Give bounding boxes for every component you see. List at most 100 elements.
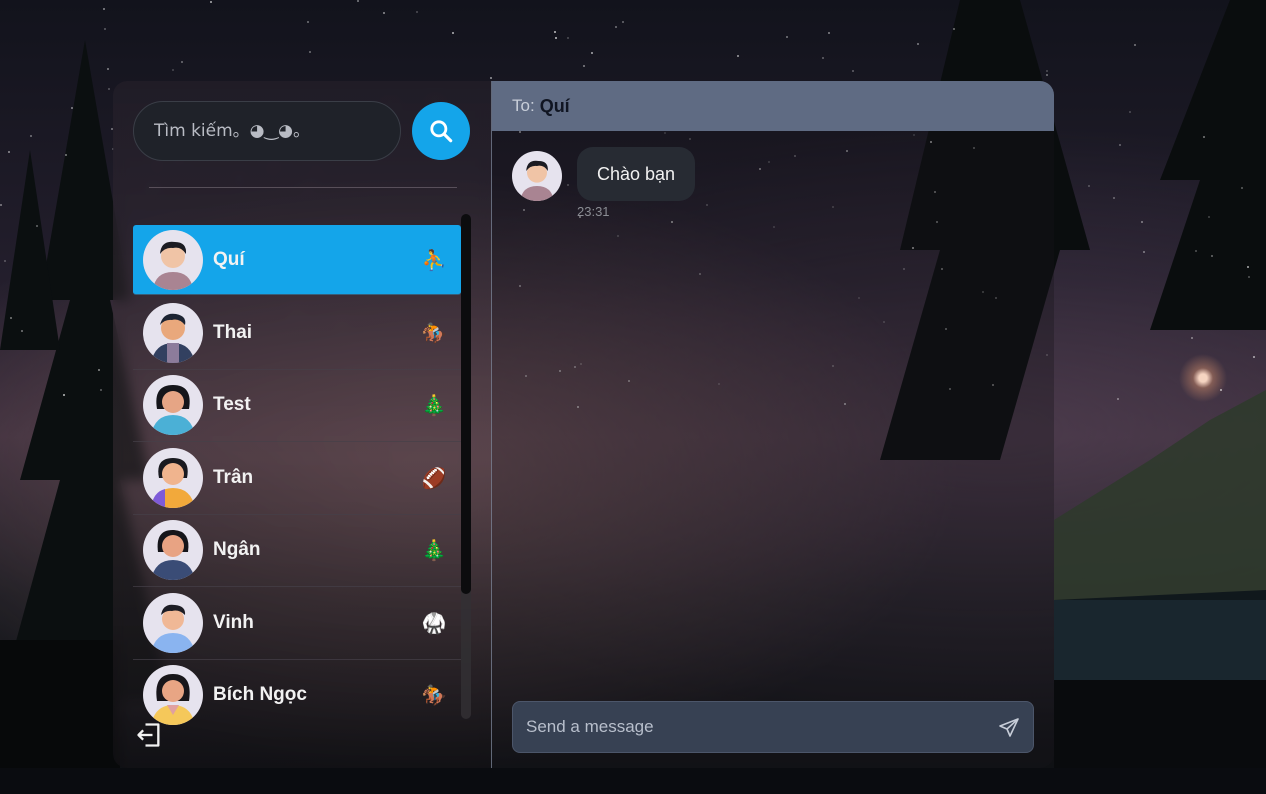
- message-time: 23:31: [577, 204, 610, 219]
- star: [309, 51, 311, 53]
- star: [21, 330, 23, 332]
- star: [103, 8, 105, 10]
- scrollbar-thumb[interactable]: [461, 214, 471, 594]
- contact-item-thai[interactable]: Thai 🏇: [133, 297, 461, 370]
- status-emoji: 🏇: [421, 683, 447, 708]
- star: [1117, 398, 1119, 400]
- to-label: To:: [512, 96, 535, 115]
- star: [591, 52, 593, 54]
- star: [953, 28, 955, 30]
- star: [36, 225, 38, 227]
- status-emoji: 🎄: [421, 538, 447, 563]
- contact-name: Quí: [213, 248, 245, 270]
- chat-header: To: Quí: [492, 81, 1054, 131]
- contact-item-ngan[interactable]: Ngân 🎄: [133, 515, 461, 587]
- contact-name: Thai: [213, 321, 253, 343]
- contact-item-test[interactable]: Test 🎄: [133, 370, 461, 442]
- star: [210, 1, 212, 3]
- contact-item-tran[interactable]: Trân 🏈: [133, 442, 461, 515]
- contact-list-scrollbar[interactable]: [461, 214, 471, 719]
- star: [1248, 276, 1250, 278]
- contact-name: Ngân: [213, 539, 261, 561]
- message-row: Chào bạn: [512, 147, 696, 201]
- star: [1129, 111, 1131, 113]
- status-emoji: 🥋: [421, 610, 447, 635]
- star: [452, 32, 454, 34]
- avatar: [143, 665, 203, 725]
- star: [1203, 136, 1205, 138]
- star: [490, 77, 492, 79]
- star: [1134, 44, 1136, 46]
- message-input[interactable]: [513, 702, 1033, 752]
- star: [615, 26, 617, 28]
- star: [0, 204, 2, 206]
- message-bubble: Chào bạn: [577, 147, 696, 201]
- star: [1046, 74, 1048, 76]
- star: [98, 369, 100, 371]
- star: [852, 70, 854, 72]
- star: [1088, 185, 1090, 187]
- avatar: [143, 229, 203, 290]
- status-emoji: 🏈: [421, 465, 447, 490]
- contact-name: Trân: [213, 466, 254, 488]
- star: [71, 107, 73, 109]
- avatar: [143, 592, 203, 653]
- star: [1191, 337, 1193, 339]
- star: [383, 12, 385, 14]
- logout-button[interactable]: [135, 721, 163, 749]
- star: [828, 32, 830, 34]
- contact-item-qui[interactable]: Quí ⛹: [133, 225, 461, 295]
- star: [416, 11, 418, 13]
- star: [822, 57, 824, 59]
- star: [172, 69, 174, 71]
- star: [1253, 356, 1255, 358]
- search-icon: [430, 120, 453, 143]
- contact-item-bich-ngoc[interactable]: Bích Ngọc 🏇: [133, 660, 461, 725]
- star: [1220, 389, 1222, 391]
- star: [65, 154, 67, 156]
- sidebar: Quí ⛹ Thai 🏇 Test 🎄 T: [113, 81, 491, 768]
- send-button[interactable]: [997, 716, 1021, 740]
- star: [1119, 144, 1121, 146]
- star: [1211, 255, 1213, 257]
- star: [583, 65, 585, 67]
- messenger-app: Quí ⛹ Thai 🏇 Test 🎄 T: [113, 81, 1054, 768]
- star: [917, 43, 919, 45]
- star: [1195, 250, 1197, 252]
- star: [1208, 216, 1210, 218]
- status-emoji: 🏇: [421, 320, 447, 345]
- status-emoji: 🎄: [421, 393, 447, 418]
- star: [63, 394, 65, 396]
- message-composer: [512, 701, 1034, 753]
- contact-name: Test: [213, 394, 251, 416]
- search-field[interactable]: [133, 101, 401, 161]
- star: [307, 21, 309, 23]
- contact-item-vinh[interactable]: Vinh 🥋: [133, 587, 461, 660]
- avatar: [143, 375, 203, 436]
- star: [4, 260, 6, 262]
- status-emoji: ⛹: [421, 247, 447, 272]
- star: [1046, 70, 1048, 72]
- contact-list: Quí ⛹ Thai 🏇 Test 🎄 Trân 🏈 Ngân 🎄 Vinh 🥋…: [133, 225, 461, 725]
- recipient-name: Quí: [539, 95, 570, 116]
- star: [10, 317, 12, 319]
- search-input[interactable]: [134, 102, 400, 160]
- star: [737, 55, 739, 57]
- star: [622, 21, 624, 23]
- star: [108, 88, 110, 90]
- avatar: [512, 151, 562, 201]
- search-button[interactable]: [412, 102, 470, 160]
- star: [1113, 197, 1115, 199]
- avatar: [143, 447, 203, 508]
- star: [181, 61, 183, 63]
- sidebar-divider: [149, 187, 457, 188]
- avatar: [143, 520, 203, 581]
- contact-name: Vinh: [213, 611, 254, 633]
- star: [1247, 266, 1249, 268]
- star: [30, 135, 32, 137]
- star: [786, 36, 788, 38]
- star: [107, 68, 109, 70]
- contact-name: Bích Ngọc: [213, 684, 307, 706]
- star: [1143, 251, 1145, 253]
- send-icon: [999, 718, 1019, 737]
